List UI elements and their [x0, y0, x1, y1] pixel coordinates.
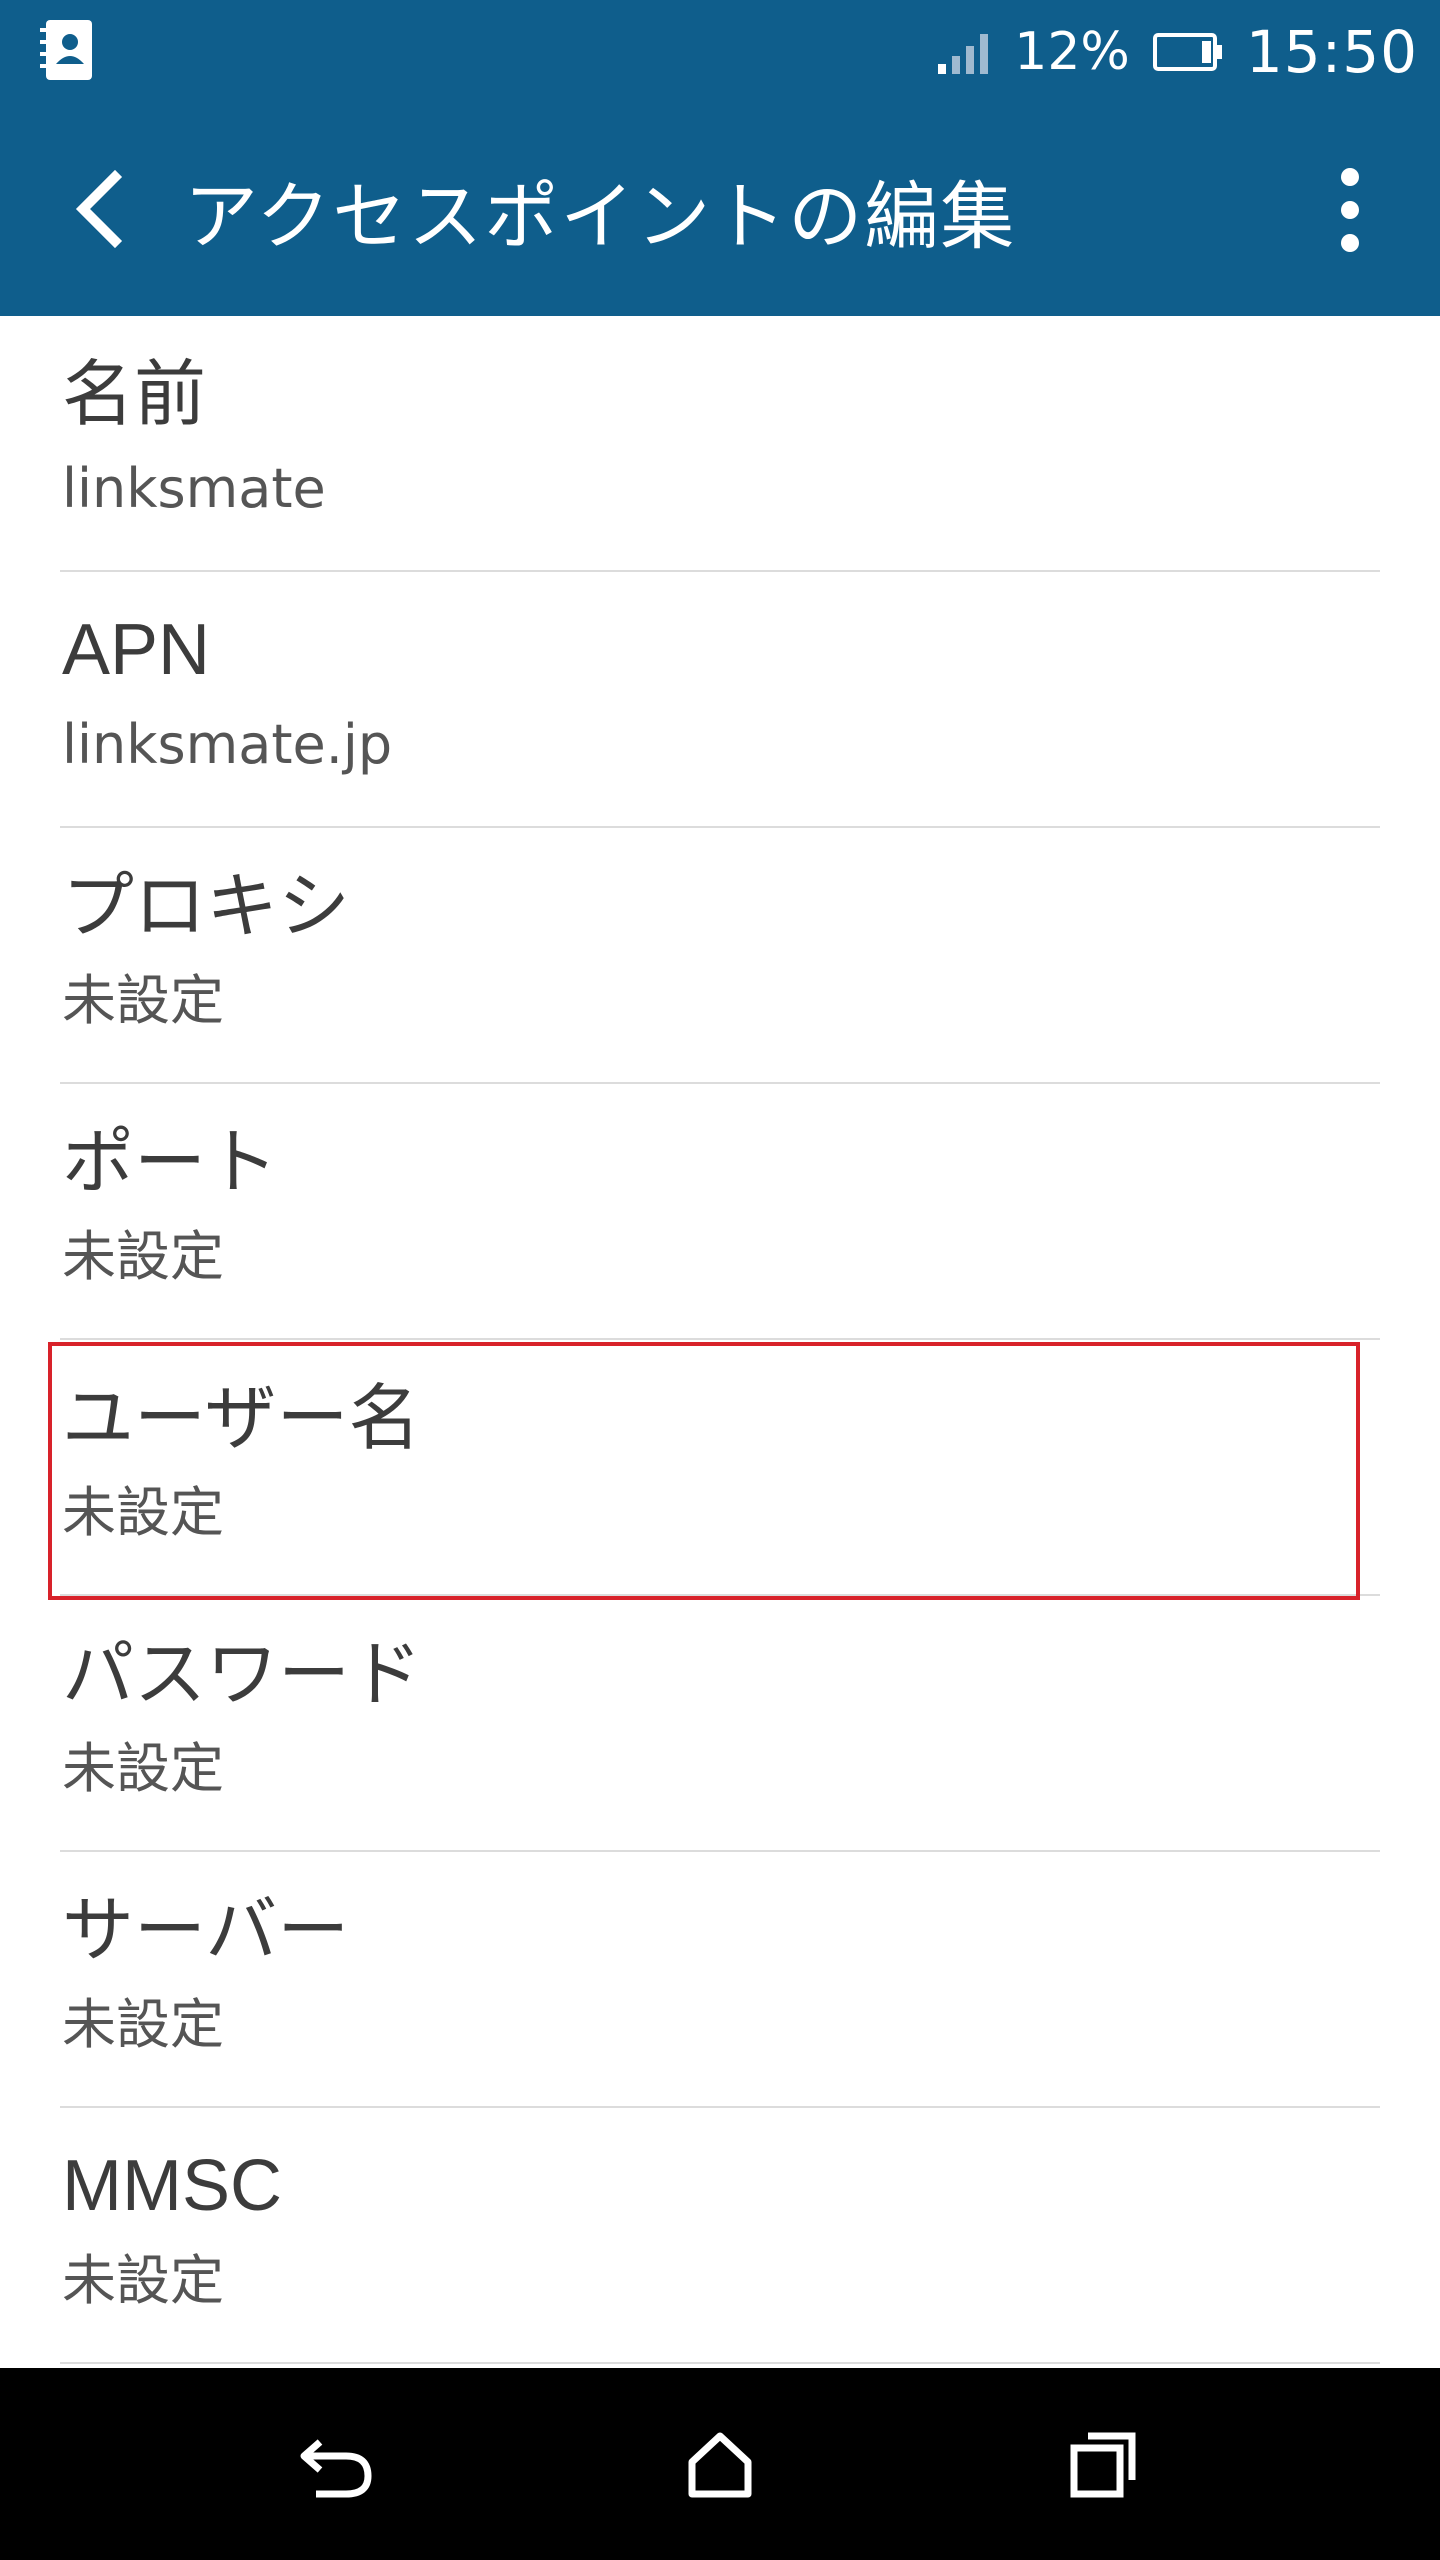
contacts-notification-icon — [40, 20, 92, 80]
more-vert-icon — [1341, 168, 1359, 252]
setting-value: 未設定 — [62, 1481, 224, 1544]
status-bar: 12% 15:50 — [0, 0, 1440, 104]
setting-item-proxy[interactable]: プロキシ 未設定 — [60, 828, 1380, 1084]
setting-title: 名前 — [62, 352, 207, 436]
back-icon — [300, 2439, 372, 2498]
setting-item-username[interactable]: ユーザー名 未設定 — [60, 1340, 1380, 1596]
setting-item-apn[interactable]: APN linksmate.jp — [60, 572, 1380, 828]
signal-icon — [938, 34, 989, 74]
setting-title: MMSC — [62, 2146, 282, 2226]
nav-recents-button[interactable] — [1048, 2408, 1160, 2520]
nav-back-button[interactable] — [282, 2408, 394, 2520]
setting-value: linksmate.jp — [62, 713, 393, 776]
screen: 12% 15:50 アクセスポイントの編集 名前 linksmate APN l… — [0, 0, 1440, 2560]
apn-settings-list: 名前 linksmate APN linksmate.jp プロキシ 未設定 ポ… — [0, 316, 1440, 2364]
setting-item-server[interactable]: サーバー 未設定 — [60, 1852, 1380, 2108]
setting-title: プロキシ — [62, 864, 351, 948]
setting-value: 未設定 — [62, 1993, 224, 2056]
setting-item-port[interactable]: ポート 未設定 — [60, 1084, 1380, 1340]
setting-value: 未設定 — [62, 1737, 224, 1800]
more-options-button[interactable] — [1320, 160, 1380, 260]
clock: 15:50 — [1245, 18, 1418, 86]
setting-value: 未設定 — [62, 969, 224, 1032]
recents-icon — [1070, 2432, 1136, 2498]
back-button[interactable] — [44, 154, 154, 264]
setting-value: linksmate — [62, 457, 326, 520]
setting-title: APN — [62, 610, 211, 690]
battery-percent: 12% — [1014, 22, 1130, 82]
setting-title: パスワード — [62, 1632, 423, 1716]
setting-item-mmsc[interactable]: MMSC 未設定 — [60, 2108, 1380, 2364]
setting-value: 未設定 — [62, 2249, 224, 2312]
setting-title: ユーザー名 — [62, 1376, 421, 1460]
setting-item-name[interactable]: 名前 linksmate — [60, 316, 1380, 572]
home-icon — [688, 2432, 752, 2498]
chevron-left-icon — [75, 169, 123, 249]
setting-value: 未設定 — [62, 1225, 224, 1288]
nav-home-button[interactable] — [664, 2408, 776, 2520]
setting-title: サーバー — [62, 1888, 350, 1972]
page-title: アクセスポイントの編集 — [184, 173, 1017, 260]
setting-title: ポート — [62, 1120, 279, 1204]
setting-item-password[interactable]: パスワード 未設定 — [60, 1596, 1380, 1852]
navigation-bar — [0, 2368, 1440, 2560]
battery-icon — [1152, 33, 1222, 71]
status-right-group: 12% 15:50 — [936, 0, 1418, 104]
app-bar: アクセスポイントの編集 — [0, 104, 1440, 316]
